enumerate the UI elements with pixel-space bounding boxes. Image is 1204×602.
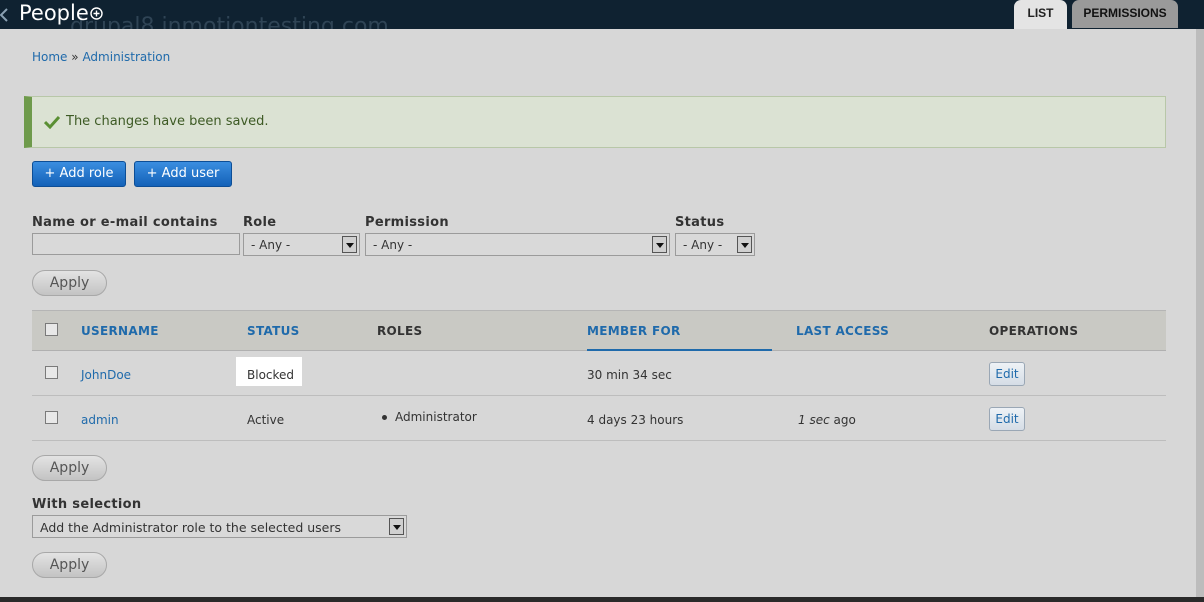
add-user-button[interactable]: + Add user [134, 161, 232, 187]
role-filter-label: Role [243, 215, 277, 230]
table-apply-button[interactable]: Apply [32, 455, 107, 481]
status-message-text: The changes have been saved. [66, 114, 269, 129]
name-filter-label: Name or e-mail contains [32, 215, 218, 230]
table-header: USERNAME STATUS ROLES MEMBER FOR LAST AC… [32, 310, 1166, 351]
user-role: Administrator [395, 410, 477, 424]
row-checkbox[interactable] [45, 411, 58, 424]
chevron-down-icon [652, 236, 667, 253]
column-username[interactable]: USERNAME [81, 324, 159, 338]
page-scrollbar[interactable] [1196, 29, 1204, 597]
bulk-action-select[interactable]: Add the Administrator role to the select… [32, 515, 407, 538]
tab-list[interactable]: LIST [1014, 0, 1067, 30]
last-access: 1 sec ago [798, 413, 856, 427]
bulk-apply-button[interactable]: Apply [32, 552, 107, 578]
breadcrumb: Home » Administration [32, 50, 170, 64]
column-operations: OPERATIONS [989, 324, 1079, 338]
select-all-checkbox[interactable] [45, 323, 58, 336]
permission-filter-label: Permission [365, 215, 449, 230]
breadcrumb-home[interactable]: Home [32, 50, 67, 64]
status-filter-value: - Any - [683, 238, 723, 252]
filter-apply-button[interactable]: Apply [32, 270, 107, 296]
chevron-down-icon [737, 236, 752, 253]
permission-filter-value: - Any - [373, 238, 413, 252]
member-for: 4 days 23 hours [587, 413, 684, 427]
background-page-edge [0, 597, 1204, 602]
breadcrumb-separator: » [71, 50, 79, 64]
edit-button[interactable]: Edit [989, 407, 1025, 431]
last-access-value: 1 sec [798, 413, 830, 427]
chevron-down-icon [389, 518, 404, 535]
permission-filter-select[interactable]: - Any - [365, 233, 670, 256]
row-checkbox[interactable] [45, 366, 58, 379]
column-status[interactable]: STATUS [247, 324, 300, 338]
member-for: 30 min 34 sec [587, 368, 672, 382]
column-member-for[interactable]: MEMBER FOR [587, 324, 680, 338]
breadcrumb-administration[interactable]: Administration [82, 50, 170, 64]
add-role-button[interactable]: + Add role [32, 161, 126, 187]
status-filter-label: Status [675, 215, 725, 230]
content-overlay: Home » Administration The changes have b… [0, 29, 1196, 597]
column-roles: ROLES [377, 324, 423, 338]
checkmark-icon [44, 115, 60, 129]
back-arrow-icon[interactable] [0, 8, 8, 22]
with-selection-label: With selection [32, 497, 142, 512]
add-shortcut-icon[interactable] [90, 7, 103, 20]
role-filter-select[interactable]: - Any - [243, 233, 360, 256]
bulk-action-value: Add the Administrator role to the select… [40, 520, 342, 535]
last-access-suffix: ago [833, 413, 856, 427]
tab-permissions[interactable]: PERMISSIONS [1072, 0, 1178, 28]
admin-header: drupal8.inmotiontesting.com People LIST … [0, 0, 1204, 39]
status-filter-select[interactable]: - Any - [675, 233, 755, 256]
column-last-access[interactable]: LAST ACCESS [796, 324, 889, 338]
role-filter-value: - Any - [251, 238, 291, 252]
name-filter-input[interactable] [32, 233, 240, 255]
username-link[interactable]: admin [81, 413, 119, 427]
bullet-icon [382, 415, 387, 420]
status-message: The changes have been saved. [24, 96, 1166, 148]
page-title: People [19, 1, 89, 25]
table-row: JohnDoe Blocked 30 min 34 sec Edit [32, 351, 1166, 396]
chevron-down-icon [342, 236, 357, 253]
edit-button[interactable]: Edit [989, 362, 1025, 386]
user-status: Active [247, 413, 285, 427]
table-row: admin Active Administrator 4 days 23 hou… [32, 396, 1166, 441]
user-status: Blocked [247, 368, 295, 382]
username-link[interactable]: JohnDoe [81, 368, 131, 382]
